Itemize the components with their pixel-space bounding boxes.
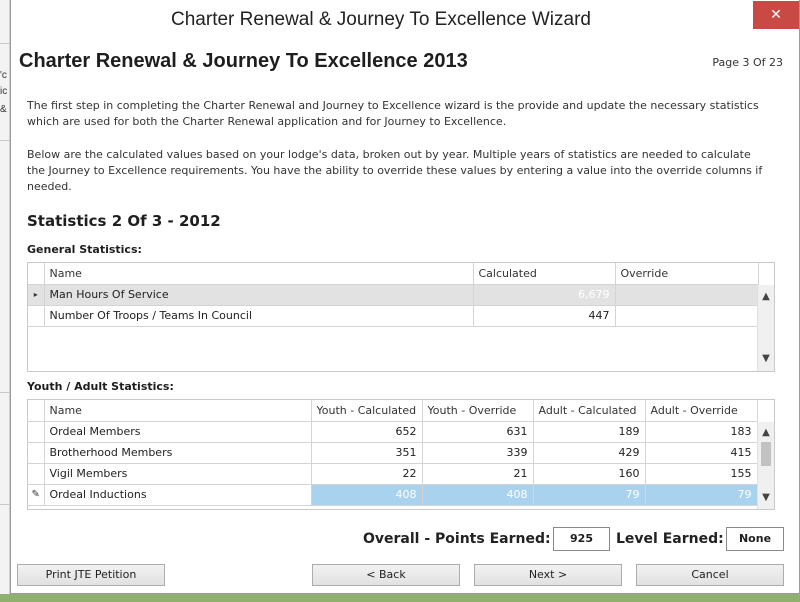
override-input[interactable]: [615, 284, 759, 306]
table-row[interactable]: ▸ Man Hours Of Service 6,679: [28, 284, 759, 306]
back-button[interactable]: < Back: [312, 564, 460, 586]
page-title: Charter Renewal & Journey To Excellence …: [19, 50, 468, 72]
close-button[interactable]: ✕: [753, 1, 799, 29]
adult-calculated-value: 160: [533, 463, 646, 485]
calculated-value: 6,679: [473, 284, 616, 306]
column-header[interactable]: Youth - Override: [422, 400, 534, 422]
wizard-window: Charter Renewal & Journey To Excellence …: [10, 0, 800, 594]
row-name: Ordeal Members: [44, 421, 312, 443]
page-indicator: Page 3 Of 23: [712, 56, 783, 69]
up-arrow-icon[interactable]: ▲: [758, 289, 774, 305]
column-header[interactable]: Youth - Calculated: [311, 400, 423, 422]
down-arrow-icon[interactable]: ▼: [758, 490, 774, 506]
youth-override-input[interactable]: 339: [422, 442, 534, 464]
background-text: 'c: [0, 70, 7, 81]
points-earned-label: Overall - Points Earned:: [363, 531, 551, 547]
row-selector[interactable]: [28, 305, 45, 327]
row-name: Man Hours Of Service: [44, 284, 474, 306]
youth-calculated-value: 408: [311, 484, 423, 506]
grid-header: Name Calculated Override: [28, 263, 759, 285]
row-selector[interactable]: [28, 421, 45, 443]
level-earned-label: Level Earned:: [616, 531, 724, 547]
row-selector[interactable]: [28, 442, 45, 464]
general-statistics-label: General Statistics:: [27, 243, 142, 256]
column-header[interactable]: Name: [44, 263, 474, 285]
table-row-selected[interactable]: ✎ Ordeal Inductions 408 408 79 79: [28, 484, 758, 506]
section-title: Statistics 2 Of 3 - 2012: [27, 212, 221, 230]
current-row-indicator-icon: ▸: [28, 284, 45, 306]
up-arrow-icon[interactable]: ▲: [758, 425, 774, 441]
background-text: ic: [0, 86, 8, 97]
youth-override-input[interactable]: 408: [422, 484, 534, 506]
column-header[interactable]: Name: [44, 400, 312, 422]
column-header[interactable]: Override: [615, 263, 759, 285]
grid-header: Name Youth - Calculated Youth - Override…: [28, 400, 758, 422]
youth-override-input[interactable]: 21: [422, 463, 534, 485]
vertical-scrollbar[interactable]: ▲ ▼: [757, 422, 774, 509]
calculated-value: 447: [473, 305, 616, 327]
row-selector-header: [28, 263, 45, 285]
print-jte-petition-button[interactable]: Print JTE Petition: [17, 564, 165, 586]
vertical-scrollbar[interactable]: ▲ ▼: [757, 285, 774, 371]
adult-override-input[interactable]: 183: [645, 421, 758, 443]
adult-override-input[interactable]: 155: [645, 463, 758, 485]
row-name: Ordeal Inductions: [44, 484, 312, 506]
row-name: Brotherhood Members: [44, 442, 312, 464]
close-icon: ✕: [770, 7, 782, 23]
youth-adult-statistics-grid: Name Youth - Calculated Youth - Override…: [27, 399, 775, 510]
row-selector-header: [28, 400, 45, 422]
general-statistics-grid: Name Calculated Override ▸ Man Hours Of …: [27, 262, 775, 372]
adult-calculated-value: 79: [533, 484, 646, 506]
background-app-sliver: 'c ic &: [0, 0, 10, 602]
next-button[interactable]: Next >: [474, 564, 622, 586]
window-title: Charter Renewal & Journey To Excellence …: [171, 9, 591, 30]
youth-calculated-value: 22: [311, 463, 423, 485]
background-text: &: [0, 104, 7, 115]
intro-paragraph: The first step in completing the Charter…: [27, 99, 759, 128]
adult-calculated-value: 189: [533, 421, 646, 443]
column-header[interactable]: Adult - Override: [645, 400, 758, 422]
taskbar-strip: [0, 594, 800, 602]
row-name: Vigil Members: [44, 463, 312, 485]
override-input[interactable]: [615, 305, 759, 327]
youth-adult-statistics-label: Youth / Adult Statistics:: [27, 380, 174, 393]
column-header[interactable]: Calculated: [473, 263, 616, 285]
instructions-paragraph: Below are the calculated values based on…: [27, 148, 763, 193]
row-selector[interactable]: [28, 463, 45, 485]
youth-calculated-value: 652: [311, 421, 423, 443]
level-earned-value: None: [726, 527, 784, 551]
column-header[interactable]: Adult - Calculated: [533, 400, 646, 422]
cancel-button[interactable]: Cancel: [636, 564, 784, 586]
table-row[interactable]: Brotherhood Members 351 339 429 415: [28, 442, 758, 464]
down-arrow-icon[interactable]: ▼: [758, 351, 774, 367]
youth-override-input[interactable]: 631: [422, 421, 534, 443]
scroll-thumb[interactable]: [761, 442, 771, 466]
table-row[interactable]: Ordeal Members 652 631 189 183: [28, 421, 758, 443]
edit-row-pencil-icon: ✎: [28, 484, 45, 506]
table-row[interactable]: Number Of Troops / Teams In Council 447: [28, 305, 759, 327]
youth-calculated-value: 351: [311, 442, 423, 464]
table-row[interactable]: Vigil Members 22 21 160 155: [28, 463, 758, 485]
row-name: Number Of Troops / Teams In Council: [44, 305, 474, 327]
adult-override-input[interactable]: 79: [645, 484, 758, 506]
adult-override-input[interactable]: 415: [645, 442, 758, 464]
adult-calculated-value: 429: [533, 442, 646, 464]
title-bar: Charter Renewal & Journey To Excellence …: [11, 0, 799, 40]
points-earned-value: 925: [553, 527, 610, 551]
